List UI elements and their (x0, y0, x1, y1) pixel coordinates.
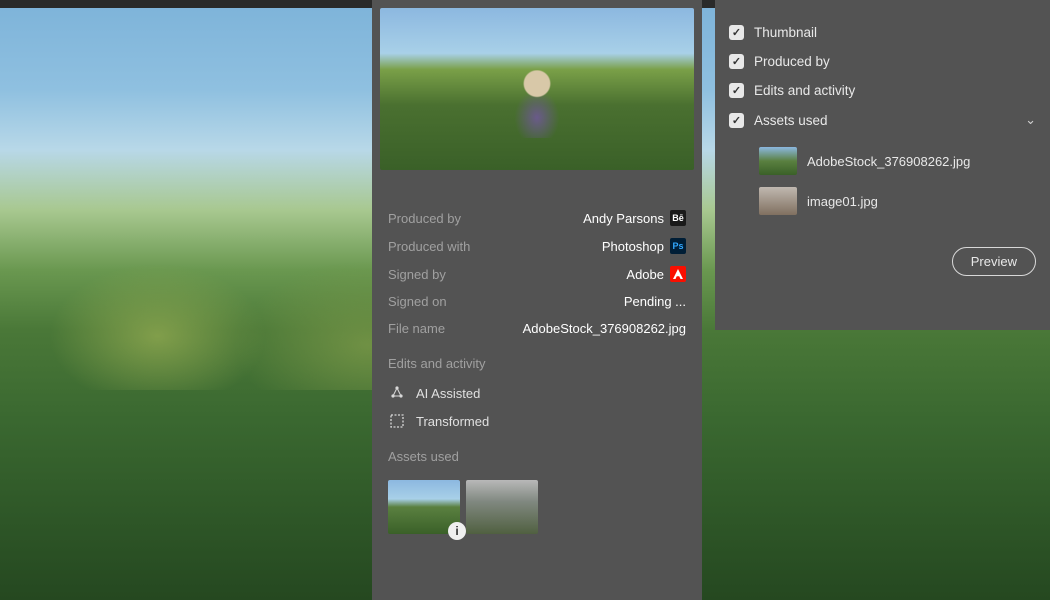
row-file-name: File name AdobeStock_376908262.jpg (388, 315, 686, 342)
value-signed-on: Pending ... (624, 294, 686, 309)
assets-used-header: Assets used (372, 435, 702, 472)
ai-assisted-icon (388, 384, 406, 402)
options-list: ✓ Thumbnail ✓ Produced by ✓ Edits and ac… (729, 18, 1036, 135)
label-file-name: File name (388, 321, 445, 336)
asset-thumb-2[interactable] (466, 480, 538, 534)
credentials-options-panel: ✓ Thumbnail ✓ Produced by ✓ Edits and ac… (715, 0, 1050, 330)
checkbox-icon[interactable]: ✓ (729, 25, 744, 40)
checkbox-icon[interactable]: ✓ (729, 113, 744, 128)
label-produced-by: Produced by (388, 211, 461, 226)
asset-file-row[interactable]: AdobeStock_376908262.jpg (759, 141, 1036, 181)
preview-button[interactable]: Preview (952, 247, 1036, 276)
metadata-rows: Produced by Andy Parsons Bē Produced wit… (372, 198, 702, 342)
option-label: Assets used (754, 113, 1015, 128)
edits-activity-header: Edits and activity (372, 342, 702, 379)
checkbox-icon[interactable]: ✓ (729, 54, 744, 69)
file-name: image01.jpg (807, 194, 878, 209)
label-signed-on: Signed on (388, 294, 447, 309)
option-assets-used[interactable]: ✓ Assets used ⌄ (729, 105, 1036, 135)
info-icon[interactable]: i (448, 522, 466, 540)
option-label: Produced by (754, 54, 1036, 69)
content-credentials-panel: Produced by Andy Parsons Bē Produced wit… (372, 0, 702, 600)
row-signed-on: Signed on Pending ... (388, 288, 686, 315)
adobe-icon (670, 266, 686, 282)
file-thumbnail (759, 147, 797, 175)
label-produced-with: Produced with (388, 239, 470, 254)
label-signed-by: Signed by (388, 267, 446, 282)
value-produced-by: Andy Parsons (583, 211, 664, 226)
option-label: Thumbnail (754, 25, 1036, 40)
activity-label: AI Assisted (416, 386, 480, 401)
row-produced-by: Produced by Andy Parsons Bē (388, 204, 686, 232)
row-signed-by: Signed by Adobe (388, 260, 686, 288)
transformed-icon (388, 412, 406, 430)
activity-transformed: Transformed (388, 407, 686, 435)
asset-file-row[interactable]: image01.jpg (759, 181, 1036, 221)
row-produced-with: Produced with Photoshop Ps (388, 232, 686, 260)
behance-icon: Bē (670, 210, 686, 226)
file-thumbnail (759, 187, 797, 215)
checkbox-icon[interactable]: ✓ (729, 83, 744, 98)
file-name: AdobeStock_376908262.jpg (807, 154, 970, 169)
activity-ai-assisted: AI Assisted (388, 379, 686, 407)
value-signed-by: Adobe (626, 267, 664, 282)
option-produced-by[interactable]: ✓ Produced by (729, 47, 1036, 76)
option-label: Edits and activity (754, 83, 1036, 98)
photoshop-icon: Ps (670, 238, 686, 254)
chevron-down-icon[interactable]: ⌄ (1025, 112, 1036, 128)
activity-label: Transformed (416, 414, 489, 429)
option-thumbnail[interactable]: ✓ Thumbnail (729, 18, 1036, 47)
asset-files-list: AdobeStock_376908262.jpg image01.jpg (729, 135, 1036, 229)
asset-thumb-1[interactable]: i (388, 480, 460, 534)
activity-list: AI Assisted Transformed (372, 379, 702, 435)
preview-thumbnail (380, 8, 694, 170)
value-file-name: AdobeStock_376908262.jpg (523, 321, 686, 336)
value-produced-with: Photoshop (602, 239, 664, 254)
option-edits-activity[interactable]: ✓ Edits and activity (729, 76, 1036, 105)
asset-thumbnails: i (372, 472, 702, 542)
